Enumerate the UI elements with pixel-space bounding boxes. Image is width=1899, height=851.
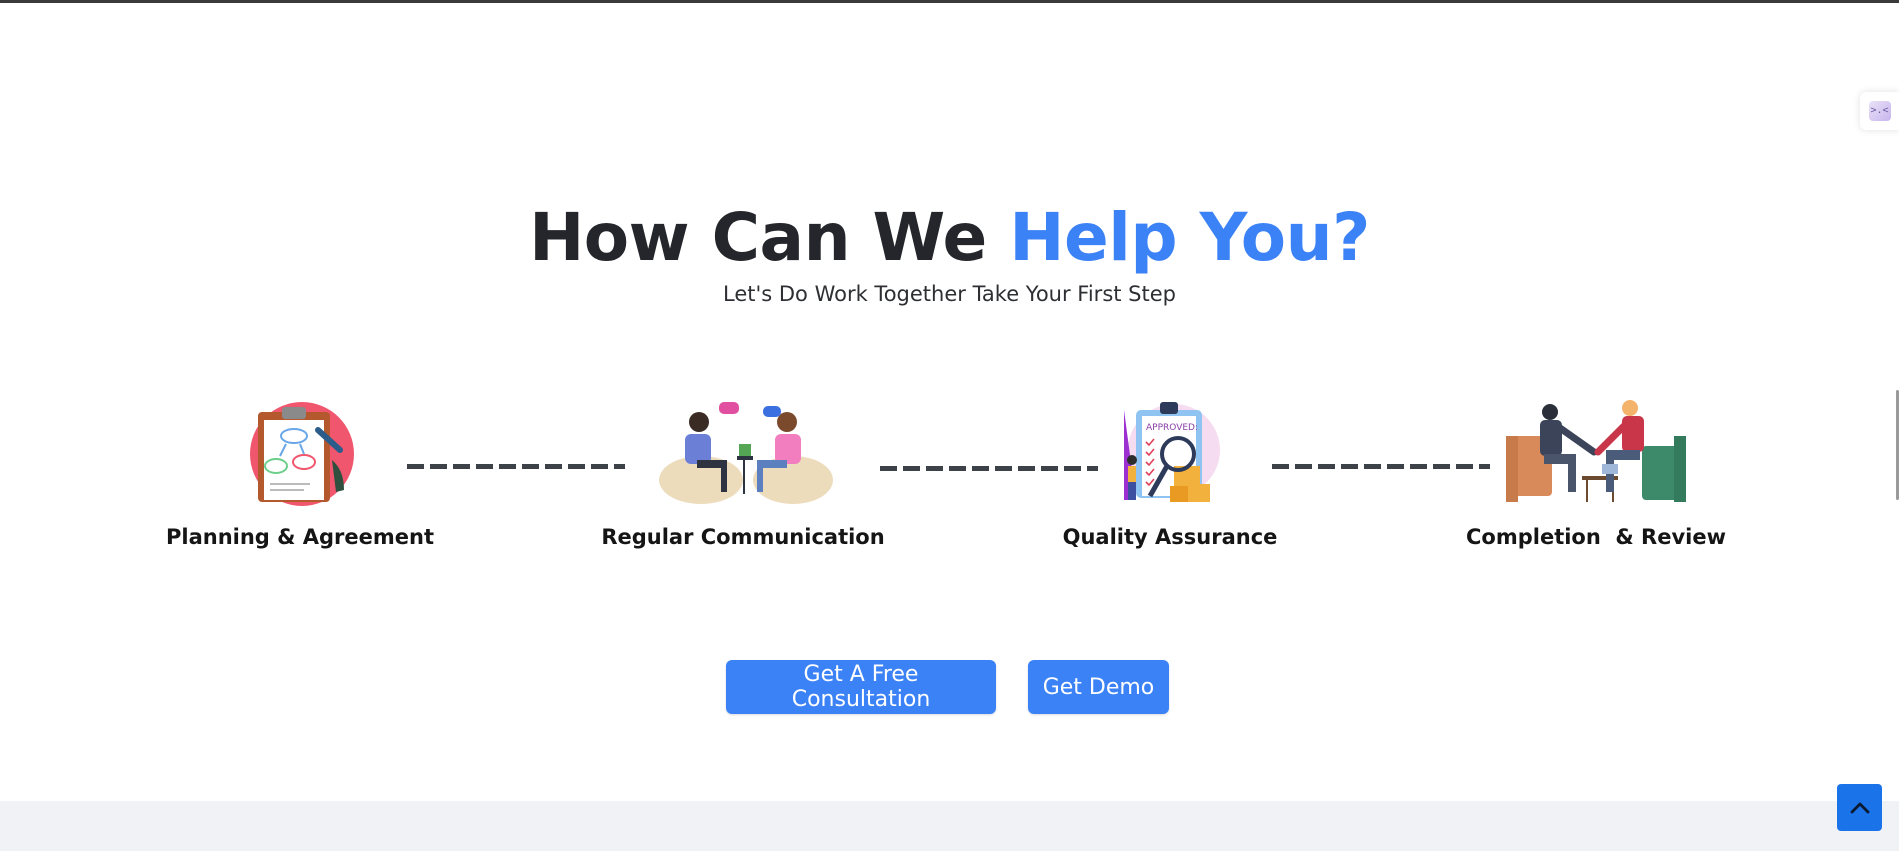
free-consultation-button[interactable]: Get A Free Consultation	[726, 660, 996, 714]
section-subtitle: Let's Do Work Together Take Your First S…	[723, 282, 1176, 306]
top-border	[0, 0, 1899, 3]
get-demo-button[interactable]: Get Demo	[1028, 660, 1169, 714]
step-communication: Regular Communication	[593, 400, 893, 549]
section-heading: How Can We Help You?	[0, 198, 1899, 278]
side-widget-button[interactable]: >.<	[1860, 92, 1899, 130]
heading-main: How Can We	[529, 199, 1010, 276]
completion-handshake-icon	[1446, 400, 1746, 508]
step-planning: Planning & Agreement	[150, 400, 450, 549]
step-label: Regular Communication	[601, 525, 885, 549]
next-section-background	[0, 801, 1899, 851]
heading-accent: Help You?	[1009, 199, 1370, 276]
planning-clipboard-icon	[150, 400, 450, 508]
communication-people-icon	[593, 400, 893, 508]
step-completion: Completion & Review	[1446, 400, 1746, 549]
scroll-to-top-button[interactable]	[1837, 784, 1882, 831]
step-label: Quality Assurance	[1062, 525, 1278, 549]
step-label: Completion & Review	[1466, 525, 1726, 549]
svg-text:APPROVED:: APPROVED:	[1146, 423, 1198, 433]
quality-approved-clipboard-icon: APPROVED:	[1020, 400, 1320, 508]
code-widget-icon: >.<	[1868, 101, 1891, 121]
chevron-up-icon	[1850, 802, 1869, 813]
step-quality: APPROVED: Quality Assurance	[1020, 400, 1320, 549]
step-label: Planning & Agreement	[165, 525, 435, 549]
